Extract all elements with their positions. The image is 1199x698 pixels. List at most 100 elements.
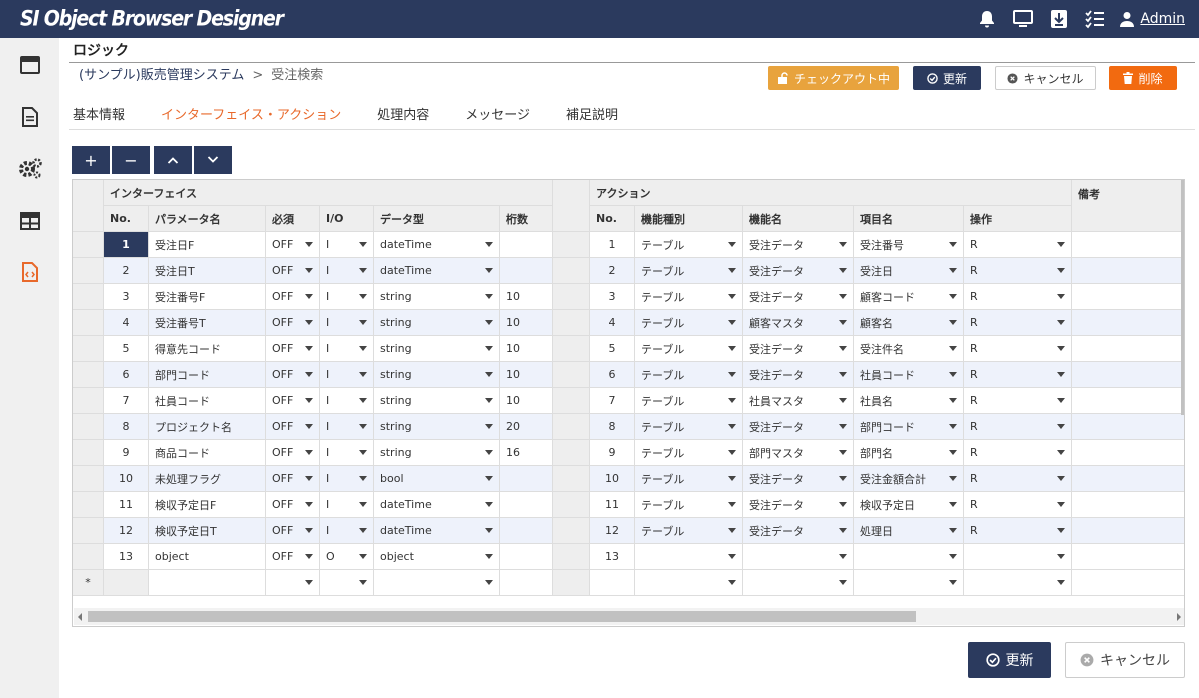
datatype-select[interactable]: string [374, 388, 500, 414]
new-row-cell[interactable] [1072, 570, 1184, 596]
checklist-icon[interactable] [1084, 8, 1106, 30]
param-name-cell[interactable]: プロジェクト名 [149, 414, 266, 440]
new-row-cell[interactable] [500, 570, 553, 596]
io-select[interactable]: I [320, 284, 374, 310]
item-name-select[interactable] [854, 544, 964, 570]
function-name-select[interactable]: 受注データ [743, 414, 854, 440]
operation-select[interactable]: R [964, 492, 1072, 518]
dropdown-caret-icon[interactable] [728, 346, 736, 351]
param-name-cell[interactable]: 検収予定日T [149, 518, 266, 544]
function-kind-select[interactable]: テーブル [635, 518, 743, 544]
dropdown-caret-icon[interactable] [305, 268, 313, 273]
item-name-select[interactable]: 検収予定日 [854, 492, 964, 518]
datatype-select[interactable]: string [374, 440, 500, 466]
remove-row-button[interactable]: − [112, 146, 150, 174]
function-name-select[interactable]: 受注データ [743, 466, 854, 492]
io-select[interactable]: I [320, 414, 374, 440]
cancel-button-bottom[interactable]: キャンセル [1065, 642, 1185, 678]
io-select[interactable]: I [320, 310, 374, 336]
io-select[interactable]: I [320, 492, 374, 518]
dropdown-caret-icon[interactable] [949, 424, 957, 429]
dropdown-caret-icon[interactable] [485, 242, 493, 247]
operation-select[interactable]: R [964, 388, 1072, 414]
datatype-select[interactable]: dateTime [374, 232, 500, 258]
row-selector[interactable] [73, 362, 104, 388]
param-name-cell[interactable]: 受注番号F [149, 284, 266, 310]
item-name-select[interactable]: 顧客コード [854, 284, 964, 310]
notes-cell[interactable] [1072, 258, 1184, 284]
new-row-select[interactable] [964, 570, 1072, 596]
dropdown-caret-icon[interactable] [949, 398, 957, 403]
function-kind-select[interactable]: テーブル [635, 258, 743, 284]
io-select[interactable]: I [320, 258, 374, 284]
dropdown-caret-icon[interactable] [485, 372, 493, 377]
new-row-select[interactable] [743, 570, 854, 596]
required-select[interactable]: OFF [266, 310, 320, 336]
row-selector[interactable] [73, 336, 104, 362]
move-up-button[interactable] [154, 146, 192, 174]
new-row-cell[interactable] [590, 570, 635, 596]
dropdown-caret-icon[interactable] [485, 320, 493, 325]
function-kind-select[interactable] [635, 544, 743, 570]
notes-cell[interactable] [1072, 492, 1184, 518]
io-select[interactable]: I [320, 336, 374, 362]
dropdown-caret-icon[interactable] [728, 554, 736, 559]
dropdown-caret-icon[interactable] [305, 424, 313, 429]
tab-processing[interactable]: 処理内容 [377, 104, 429, 123]
function-name-select[interactable]: 受注データ [743, 232, 854, 258]
item-name-select[interactable]: 社員コード [854, 362, 964, 388]
dropdown-caret-icon[interactable] [1057, 372, 1065, 377]
operation-select[interactable] [964, 544, 1072, 570]
dropdown-caret-icon[interactable] [728, 580, 736, 585]
dropdown-caret-icon[interactable] [839, 372, 847, 377]
document-icon[interactable] [18, 105, 42, 129]
required-select[interactable]: OFF [266, 362, 320, 388]
dropdown-caret-icon[interactable] [485, 554, 493, 559]
required-select[interactable]: OFF [266, 492, 320, 518]
dropdown-caret-icon[interactable] [359, 268, 367, 273]
dropdown-caret-icon[interactable] [949, 476, 957, 481]
dropdown-caret-icon[interactable] [949, 320, 957, 325]
length-cell[interactable]: 10 [500, 362, 553, 388]
dropdown-caret-icon[interactable] [359, 476, 367, 481]
dropdown-caret-icon[interactable] [839, 424, 847, 429]
dropdown-caret-icon[interactable] [485, 268, 493, 273]
dropdown-caret-icon[interactable] [839, 554, 847, 559]
length-cell[interactable]: 10 [500, 310, 553, 336]
user-menu[interactable]: Admin [1120, 11, 1185, 27]
function-name-select[interactable]: 顧客マスタ [743, 310, 854, 336]
required-select[interactable]: OFF [266, 388, 320, 414]
vertical-scrollbar[interactable] [1181, 180, 1184, 415]
new-row-cell[interactable] [149, 570, 266, 596]
dropdown-caret-icon[interactable] [305, 528, 313, 533]
required-select[interactable]: OFF [266, 284, 320, 310]
operation-select[interactable]: R [964, 232, 1072, 258]
function-kind-select[interactable]: テーブル [635, 440, 743, 466]
tab-messages[interactable]: メッセージ [465, 104, 530, 123]
function-name-select[interactable]: 受注データ [743, 336, 854, 362]
dropdown-caret-icon[interactable] [305, 398, 313, 403]
required-select[interactable]: OFF [266, 414, 320, 440]
dropdown-caret-icon[interactable] [839, 528, 847, 533]
length-cell[interactable]: 10 [500, 388, 553, 414]
dropdown-caret-icon[interactable] [305, 320, 313, 325]
dropdown-caret-icon[interactable] [485, 346, 493, 351]
update-button-bottom[interactable]: 更新 [968, 642, 1051, 678]
operation-select[interactable]: R [964, 466, 1072, 492]
dropdown-caret-icon[interactable] [839, 294, 847, 299]
new-row-cell[interactable] [104, 570, 149, 596]
dropdown-caret-icon[interactable] [839, 450, 847, 455]
dropdown-caret-icon[interactable] [485, 424, 493, 429]
dropdown-caret-icon[interactable] [359, 294, 367, 299]
row-selector[interactable] [73, 284, 104, 310]
dropdown-caret-icon[interactable] [1057, 528, 1065, 533]
datatype-select[interactable]: string [374, 284, 500, 310]
operation-select[interactable]: R [964, 284, 1072, 310]
function-kind-select[interactable]: テーブル [635, 388, 743, 414]
dropdown-caret-icon[interactable] [839, 242, 847, 247]
operation-select[interactable]: R [964, 258, 1072, 284]
delete-button[interactable]: 削除 [1109, 66, 1177, 90]
dropdown-caret-icon[interactable] [949, 554, 957, 559]
dropdown-caret-icon[interactable] [1057, 294, 1065, 299]
monitor-icon[interactable] [1012, 8, 1034, 30]
